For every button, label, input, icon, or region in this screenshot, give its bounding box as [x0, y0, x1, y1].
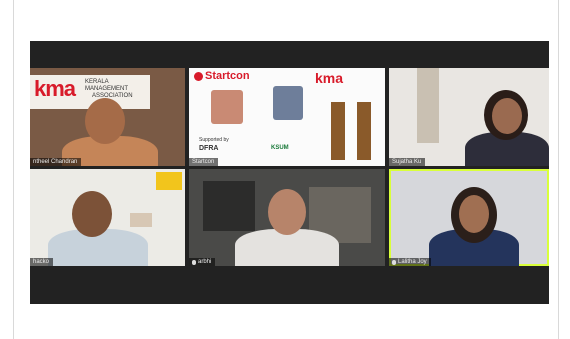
participant-name-tag: ntheel Chandran [30, 158, 82, 166]
speaker-photo-1 [211, 90, 243, 124]
startcon-logo-icon [194, 72, 203, 81]
participant-tile-4[interactable]: hacko [30, 169, 185, 266]
participant-name-tag: arbhi [189, 258, 216, 266]
participant-head [85, 98, 125, 144]
supported-by-label: Supported by [199, 137, 229, 143]
participant-face [492, 98, 522, 134]
wall-sign [156, 172, 182, 190]
participant-tile-3[interactable]: Sujatha Ku [389, 68, 549, 166]
participant-head [268, 189, 306, 235]
kma-banner-line1: KERALA [85, 79, 109, 85]
startcon-kma-logo: kma [315, 70, 344, 86]
participant-tile-5[interactable]: arbhi [189, 169, 385, 266]
partner-logo-1: DFRA [199, 145, 219, 152]
mic-icon [392, 259, 396, 265]
window-blinds [203, 181, 255, 231]
participant-tile-1[interactable]: kma KERALA MANAGEMENT ASSOCIATION ntheel… [30, 68, 185, 166]
participant-head [72, 191, 112, 237]
participant-name-tag: Startcon [189, 158, 219, 166]
partner-logo-2: KSUM [271, 145, 289, 151]
participant-face [459, 195, 489, 233]
trophy-1 [331, 102, 345, 160]
participant-tile-2[interactable]: Startcon kma Supported by DFRA KSUM Star… [189, 68, 385, 166]
kma-banner-line2: MANAGEMENT [85, 86, 129, 92]
participant-name-tag: Lalitha Joy [389, 258, 431, 266]
startcon-title: Startcon [205, 70, 250, 82]
kma-banner-logo: kma [34, 76, 76, 101]
speaker-photo-2 [273, 86, 303, 120]
participant-name-tag: Sujatha Ku [389, 158, 426, 166]
participant-name-tag: hacko [30, 258, 54, 266]
curtain [417, 68, 439, 143]
participant-tile-6[interactable]: Lalitha Joy [389, 169, 549, 266]
mic-icon [192, 259, 196, 265]
trophy-2 [357, 102, 371, 160]
video-meeting-grid: kma KERALA MANAGEMENT ASSOCIATION ntheel… [30, 41, 549, 304]
wall-decor [130, 213, 152, 227]
